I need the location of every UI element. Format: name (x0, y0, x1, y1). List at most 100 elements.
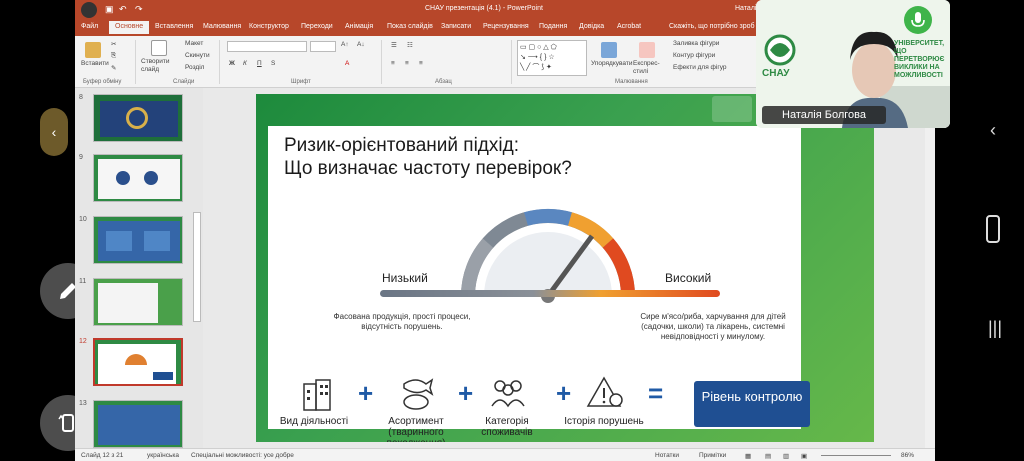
factor-history: Історія порушень (564, 416, 644, 427)
tab-review[interactable]: Рецензування (483, 23, 529, 30)
tell-me-box[interactable]: Скажіть, що потрібно зроб (669, 23, 755, 30)
shapes-gallery[interactable]: ▭ ▢ ○ △ ⬠ ↘ ⟶ { } ☆ ╲ ╱ ⌒ ⟆ ✦ (517, 40, 587, 76)
undo-icon[interactable]: ↶ (119, 4, 127, 15)
recent-apps-icon[interactable]: ||| (988, 318, 1002, 339)
notes-button[interactable]: Нотатки (655, 452, 679, 459)
tab-transitions[interactable]: Переходи (301, 23, 333, 30)
high-risk-description: Сире м'ясо/риба, харчування для дітей (с… (640, 312, 786, 341)
quick-styles-icon[interactable] (639, 42, 655, 58)
microphone-button[interactable] (904, 6, 932, 34)
format-painter-icon[interactable]: ✎ (111, 64, 116, 72)
back-gesture-icon[interactable]: ‹ (990, 120, 996, 141)
bullets-icon[interactable]: ☰ (391, 41, 397, 49)
save-icon[interactable]: ▣ (105, 4, 114, 15)
slide-content-panel: Ризик-орієнтований підхід: Що визначає ч… (268, 126, 810, 442)
slide-title: Ризик-орієнтований підхід: Що визначає ч… (284, 134, 572, 180)
section-button[interactable]: Розділ (185, 64, 204, 71)
low-label: Низький (382, 271, 428, 285)
font-color-icon[interactable]: A (345, 60, 349, 67)
arrange-button[interactable]: Упорядкувати (591, 60, 632, 67)
new-slide-button[interactable]: Створити слайд (141, 58, 181, 74)
tab-help[interactable]: Довідка (579, 23, 604, 30)
layout-button[interactable]: Макет (185, 40, 203, 47)
tab-insert[interactable]: Вставлення (155, 23, 193, 30)
thumb-number: 8 (79, 94, 83, 101)
underline-icon[interactable]: П (257, 60, 262, 67)
slide-vertical-scrollbar[interactable] (925, 88, 935, 448)
tab-design[interactable]: Конструктор (249, 23, 289, 30)
group-clipboard: Буфер обміну (83, 79, 122, 85)
slide-thumbnail-13[interactable] (93, 400, 183, 448)
slide-sorter-icon[interactable]: ▤ (765, 452, 771, 460)
strikethrough-icon[interactable]: S (271, 60, 275, 67)
factor-assortment: Асортимент (тваринного походження) (387, 416, 446, 442)
home-gesture-icon[interactable] (986, 215, 1000, 243)
file-tab[interactable]: Файл (81, 23, 98, 30)
thumbnails-scrollbar[interactable] (193, 212, 201, 322)
shape-effects-button[interactable]: Ефекти для фігур (673, 64, 727, 71)
normal-view-icon[interactable]: ▦ (745, 452, 751, 460)
slide-thumbnail-10[interactable] (93, 216, 183, 264)
factor-consumers: Категорія споживачів (481, 416, 533, 438)
tab-animations[interactable]: Анімація (345, 23, 373, 30)
arrange-icon[interactable] (601, 42, 617, 58)
window-title: СНАУ презентація (4.1) - PowerPoint (425, 5, 543, 12)
separator (219, 40, 220, 84)
paste-icon[interactable] (85, 42, 101, 58)
shape-fill-button[interactable]: Заливка фігури (673, 40, 719, 47)
current-slide[interactable]: Ризик-орієнтований підхід: Що визначає ч… (256, 94, 874, 442)
new-slide-icon[interactable] (151, 40, 167, 56)
grow-font-icon[interactable]: A↑ (341, 41, 349, 48)
shape-outline-button[interactable]: Контур фігури (673, 52, 715, 59)
redo-icon[interactable]: ↷ (135, 4, 143, 15)
plus-sign: + (458, 378, 474, 408)
quick-styles-button[interactable]: Експрес-стилі (633, 60, 663, 76)
comments-button[interactable]: Примітки (699, 452, 726, 459)
slide-thumbnail-11[interactable] (93, 278, 183, 326)
bold-icon[interactable]: Ж (229, 60, 235, 67)
copy-icon[interactable]: ⎘ (111, 52, 116, 60)
thumb-number: 9 (79, 154, 83, 161)
accessibility-status[interactable]: Спеціальні можливості: усе добре (191, 452, 294, 459)
zoom-slider[interactable] (821, 455, 891, 456)
slide-editing-area: Ризик-орієнтований підхід: Що визначає ч… (203, 88, 928, 448)
font-name-field[interactable] (227, 41, 307, 52)
italic-icon[interactable]: К (243, 60, 247, 67)
risk-gauge (460, 208, 636, 303)
phone-left-bar (0, 0, 75, 461)
align-right-icon[interactable]: ≡ (419, 60, 423, 67)
align-center-icon[interactable]: ≡ (405, 60, 409, 67)
low-risk-description: Фасована продукція, прості процеси, відс… (333, 312, 471, 331)
align-left-icon[interactable]: ≡ (391, 60, 395, 67)
mic-off-icon[interactable] (81, 2, 97, 18)
separator (135, 40, 136, 84)
zoom-level[interactable]: 86% (901, 452, 914, 459)
reading-view-icon[interactable]: ▥ (783, 452, 789, 460)
slide-thumbnail-12[interactable] (93, 338, 183, 386)
language-indicator[interactable]: українська (147, 452, 179, 459)
font-size-field[interactable] (310, 41, 336, 52)
tab-record[interactable]: Записати (441, 23, 471, 30)
slide-thumbnails-pane: 8 9 10 11 12 13 (75, 88, 203, 448)
slide-thumbnail-8[interactable] (93, 94, 183, 142)
numbering-icon[interactable]: ☷ (407, 41, 413, 49)
equals-sign: = (648, 378, 664, 408)
tab-home[interactable]: Основне (109, 21, 150, 34)
microphone-icon (911, 12, 925, 27)
tab-draw[interactable]: Малювання (203, 23, 241, 30)
tab-acrobat[interactable]: Acrobat (617, 23, 641, 30)
cut-icon[interactable]: ✂ (111, 40, 116, 48)
group-slides: Слайди (173, 79, 195, 85)
slideshow-icon[interactable]: ▣ (801, 452, 807, 460)
collapse-button[interactable]: ‹ (40, 108, 68, 156)
tab-slideshow[interactable]: Показ слайдів (387, 23, 433, 30)
title-line-1: Ризик-орієнтований підхід: (284, 135, 519, 156)
thumb-number: 10 (79, 216, 87, 223)
slide-thumbnail-9[interactable] (93, 154, 183, 202)
tab-view[interactable]: Подання (539, 23, 567, 30)
paste-button[interactable]: Вставити (81, 60, 109, 67)
shrink-font-icon[interactable]: A↓ (357, 41, 365, 48)
slide-header-logo (712, 96, 752, 122)
status-bar: Слайд 12 з 21 українська Спеціальні можл… (75, 448, 935, 461)
reset-button[interactable]: Скинути (185, 52, 210, 59)
